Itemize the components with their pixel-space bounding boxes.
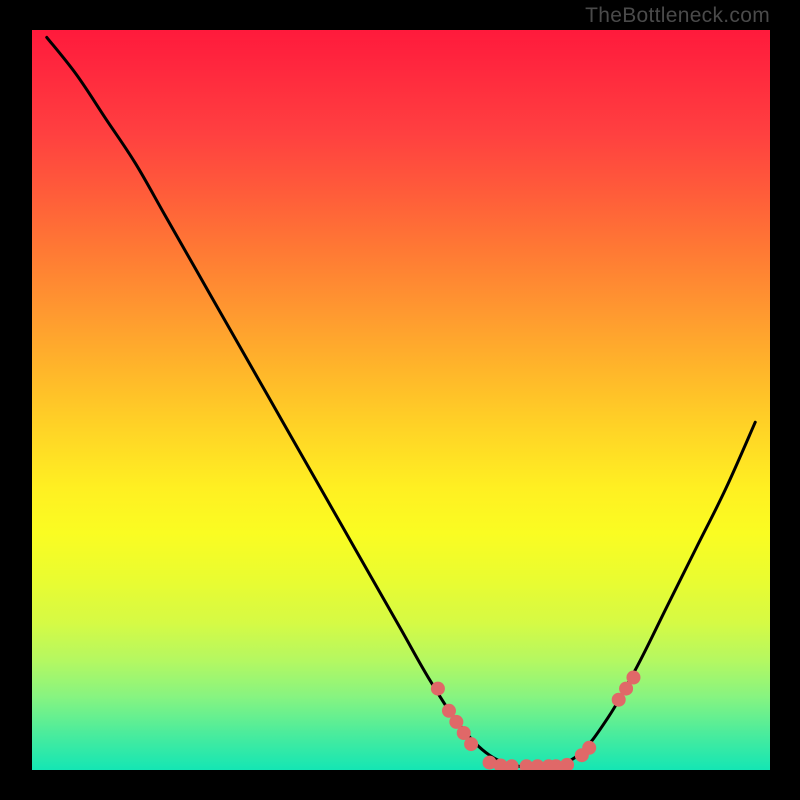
watermark-text: TheBottleneck.com xyxy=(585,4,770,28)
data-marker xyxy=(431,682,445,696)
plot-area xyxy=(32,30,770,770)
data-marker xyxy=(582,741,596,755)
data-marker xyxy=(464,737,478,751)
data-marker xyxy=(626,671,640,685)
chart-outer: TheBottleneck.com xyxy=(0,0,800,800)
chart-svg xyxy=(32,30,770,770)
data-marker xyxy=(505,759,519,770)
bottleneck-curve xyxy=(47,37,755,767)
